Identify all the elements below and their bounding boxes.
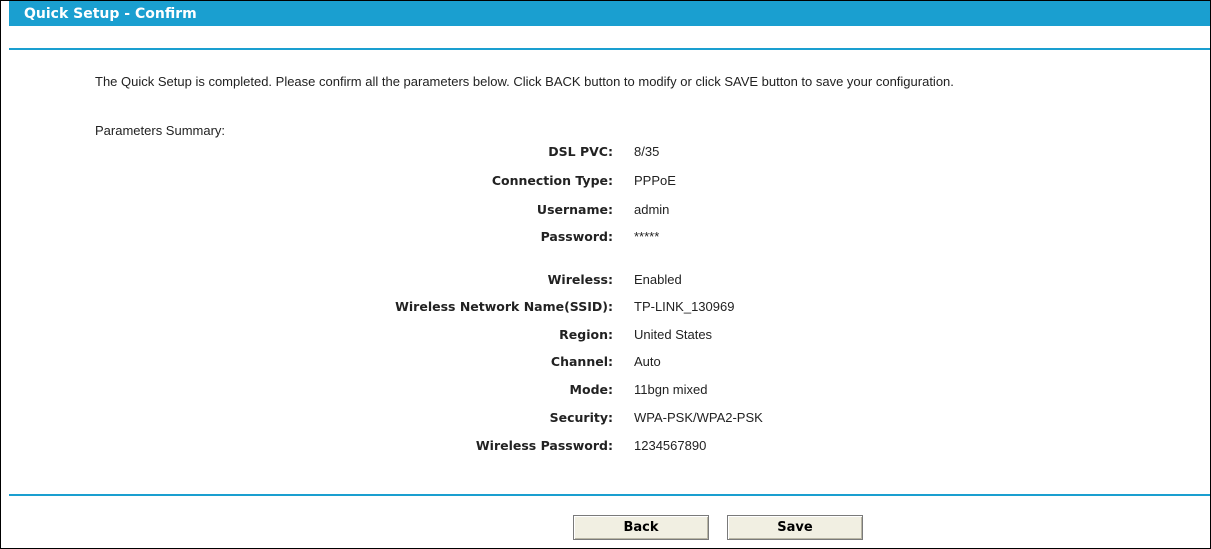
back-button[interactable]: Back xyxy=(573,515,709,540)
param-row-username: Username: admin xyxy=(1,202,1201,222)
param-row-mode: Mode: 11bgn mixed xyxy=(1,382,1201,402)
param-label: Channel: xyxy=(550,354,613,369)
param-value: United States xyxy=(634,327,713,342)
top-divider xyxy=(9,48,1210,50)
page-title: Quick Setup - Confirm xyxy=(24,6,197,22)
save-button[interactable]: Save xyxy=(727,515,863,540)
param-label: Wireless Password: xyxy=(475,438,613,453)
param-row-region: Region: United States xyxy=(1,327,1201,347)
param-label: Password: xyxy=(540,229,613,244)
param-row-connection-type: Connection Type: PPPoE xyxy=(1,173,1201,193)
param-row-dsl-pvc: DSL PVC: 8/35 xyxy=(1,144,1201,164)
param-label: Mode: xyxy=(569,382,613,397)
param-label: Wireless Network Name(SSID): xyxy=(395,299,613,314)
param-value: ***** xyxy=(634,229,660,244)
param-value: admin xyxy=(634,202,670,217)
param-label: DSL PVC: xyxy=(548,144,613,159)
param-value: 8/35 xyxy=(634,144,660,159)
bottom-divider xyxy=(9,494,1210,496)
param-label: Connection Type: xyxy=(491,173,613,188)
param-value: 11bgn mixed xyxy=(634,382,708,397)
intro-text: The Quick Setup is completed. Please con… xyxy=(95,74,954,89)
parameters-summary-label: Parameters Summary: xyxy=(95,123,226,138)
title-bar: Quick Setup - Confirm xyxy=(9,1,1210,26)
param-row-wireless-password: Wireless Password: 1234567890 xyxy=(1,438,1201,458)
param-row-security: Security: WPA-PSK/WPA2-PSK xyxy=(1,410,1201,430)
param-value: Auto xyxy=(634,354,661,369)
param-row-channel: Channel: Auto xyxy=(1,354,1201,374)
param-row-wireless: Wireless: Enabled xyxy=(1,272,1201,292)
param-value: WPA-PSK/WPA2-PSK xyxy=(634,410,763,425)
param-value: TP-LINK_130969 xyxy=(634,299,735,314)
param-value: PPPoE xyxy=(634,173,676,188)
param-value: Enabled xyxy=(634,272,682,287)
param-row-ssid: Wireless Network Name(SSID): TP-LINK_130… xyxy=(1,299,1201,319)
param-label: Security: xyxy=(549,410,613,425)
param-label: Region: xyxy=(559,327,613,342)
quick-setup-confirm-panel: Quick Setup - Confirm The Quick Setup is… xyxy=(0,0,1211,549)
param-label: Username: xyxy=(536,202,613,217)
param-label: Wireless: xyxy=(547,272,613,287)
param-value: 1234567890 xyxy=(634,438,707,453)
param-row-password: Password: ***** xyxy=(1,229,1201,249)
